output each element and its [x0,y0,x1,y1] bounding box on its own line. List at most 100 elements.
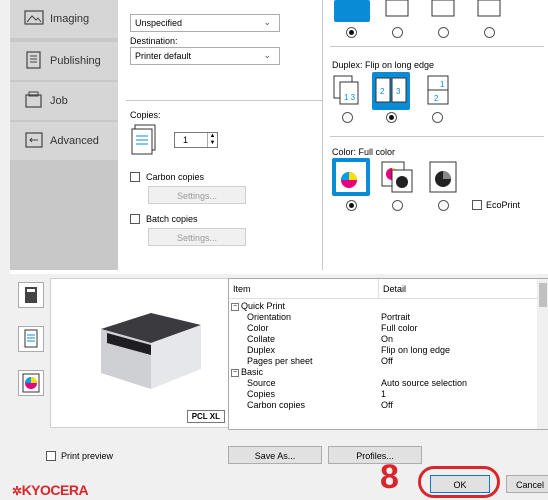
publishing-icon [26,51,41,69]
tab-printer-preview[interactable] [18,282,44,308]
carbon-settings-button[interactable]: Settings... [148,186,246,204]
copies-label: Copies: [130,110,161,120]
print-preview-label: Print preview [61,451,114,461]
brand-text: KYOCERA [21,482,89,498]
logo-mark-icon: ✲ [12,484,22,498]
sidebar-item-label: Imaging [50,13,90,25]
page-icon [24,329,38,348]
batch-copies-checkbox[interactable] [130,214,140,224]
table-row[interactable]: − Quick Print [231,301,541,312]
table-row[interactable]: Collate On [231,334,541,345]
column-header-item[interactable]: Item [229,279,379,299]
print-preferences-window: Imaging Publishing Job Advanced Unspecif… [0,0,548,500]
orientation-radio[interactable] [438,27,449,38]
duplex-radio[interactable] [386,112,397,123]
full-color-selected[interactable] [332,158,370,196]
svg-text:3: 3 [396,87,401,96]
batch-copies-label: Batch copies [146,214,198,224]
duplex-label: Duplex: Flip on long edge [332,60,435,70]
scroll-thumb[interactable] [539,283,547,307]
destination-label: Destination: [130,36,178,46]
sidebar: Imaging Publishing Job Advanced [10,0,118,270]
color-wheel-icon [22,373,40,393]
cancel-button[interactable]: Cancel [506,475,548,493]
chevron-down-icon: ⌄ [263,17,271,27]
printer-icon [25,287,37,303]
table-row[interactable]: Copies 1 [231,389,541,400]
dialog-footer: Print preview Save As... Profiles... ✲KY… [0,442,548,500]
copies-stepper[interactable]: 1 ▲ ▼ [174,132,218,148]
sidebar-item-label: Publishing [50,55,101,67]
profiles-button[interactable]: Profiles... [328,446,422,464]
batch-settings-button[interactable]: Settings... [148,228,246,246]
select-value: Printer default [135,51,192,61]
color-radio[interactable] [392,200,403,211]
orientation-radio[interactable] [392,27,403,38]
duplex-radio[interactable] [342,112,353,123]
sidebar-item-advanced[interactable]: Advanced [10,122,118,160]
sidebar-item-label: Advanced [50,135,99,147]
sidebar-item-label: Job [50,95,68,107]
unspecified-select[interactable]: Unspecified ⌄ [130,14,280,32]
color-radio[interactable] [438,200,449,211]
ecoprint-label: EcoPrint [486,200,521,210]
orientation-option-icon[interactable] [472,0,508,20]
step-number: 8 [380,458,399,496]
image-icon [24,10,44,25]
pdl-badge: PCL XL [186,410,225,423]
save-as-button[interactable]: Save As... [228,446,322,464]
table-row[interactable]: Duplex Flip on long edge [231,345,541,356]
printer-preview: PCL XL [50,278,230,428]
divider [330,46,544,47]
duplex-long-edge-selected[interactable]: 2 3 [372,72,410,110]
svg-text:1: 1 [440,80,445,89]
copies-value: 1 [183,135,189,145]
duplex-short-edge-icon[interactable]: 1 2 [420,74,456,108]
spin-arrows-icon[interactable]: ▲ ▼ [207,133,217,147]
duplex-long-edge-icon: 2 3 [375,77,407,103]
sidebar-item-imaging[interactable]: Imaging [10,0,118,38]
auto-color-icon[interactable] [378,158,416,196]
summary-panel: PCL XL Item Detail − Quick Print Orientat… [10,274,548,442]
sidebar-item-publishing[interactable]: Publishing [10,42,118,80]
table-row[interactable]: − Basic [231,367,541,378]
divider [330,136,544,137]
color-label: Color: Full color [332,147,396,157]
collapse-icon[interactable]: − [231,368,239,377]
orientation-radio[interactable] [484,27,495,38]
duplex-off-icon[interactable]: 1 3 [330,74,366,108]
svg-text:1 3: 1 3 [344,93,356,102]
tab-color-preview[interactable] [18,370,44,396]
duplex-radio[interactable] [432,112,443,123]
full-color-icon [336,162,366,192]
destination-select[interactable]: Printer default ⌄ [130,47,280,65]
table-row[interactable]: Color Full color [231,323,541,334]
table-row[interactable]: Orientation Portrait [231,312,541,323]
print-preview-checkbox[interactable] [46,451,56,461]
orientation-option-icon[interactable] [426,0,462,20]
preview-tabs [10,278,48,434]
select-value: Unspecified [135,18,183,28]
black-white-icon[interactable] [424,158,462,196]
ok-button[interactable]: OK [430,475,490,493]
orientation-option-icon[interactable] [380,0,416,20]
orientation-radio[interactable] [346,27,357,38]
table-row[interactable]: Pages per sheet Off [231,356,541,367]
tab-page-preview[interactable] [18,326,44,352]
table-row[interactable]: Carbon copies Off [231,400,541,411]
table-row[interactable]: Source Auto source selection [231,378,541,389]
settings-summary-table[interactable]: Item Detail − Quick Print Orientation Port… [228,278,548,430]
carbon-copies-checkbox[interactable] [130,172,140,182]
kyocera-logo: ✲KYOCERA [12,482,89,498]
color-radio[interactable] [346,200,357,211]
orientation-option-selected[interactable] [334,0,370,22]
svg-text:2: 2 [434,94,439,103]
table-scrollbar[interactable] [537,279,548,429]
column-header-detail[interactable]: Detail [379,279,539,299]
collapse-icon[interactable]: − [231,302,239,311]
ecoprint-checkbox[interactable] [472,200,482,210]
printer-image [101,313,201,389]
carbon-copies-label: Carbon copies [146,172,205,182]
advanced-icon [25,132,43,148]
sidebar-item-job[interactable]: Job [10,82,118,120]
